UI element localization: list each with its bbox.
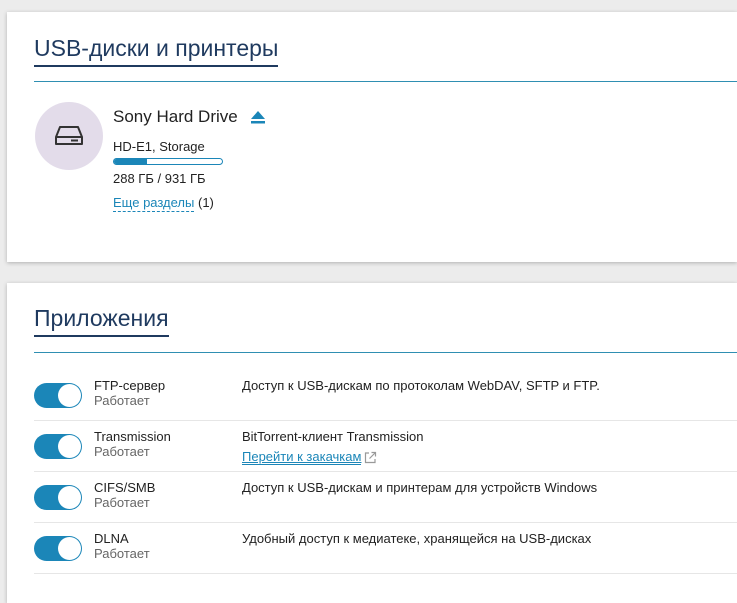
app-description: Доступ к USB-дискам и принтерам для устр… — [242, 480, 598, 495]
app-name: FTP-сервер — [94, 378, 166, 393]
app-toggle-dlna[interactable] — [34, 536, 82, 561]
toggle-knob — [58, 537, 81, 560]
app-status: Работает — [94, 444, 150, 459]
link-label: Перейти к закачкам — [242, 449, 362, 465]
more-partitions-link[interactable]: Еще разделы — [113, 195, 195, 212]
device-name-row: Sony Hard Drive — [113, 107, 266, 127]
app-row-transmission: Transmission Работает BitTorrent-клиент … — [34, 421, 737, 472]
device-subtitle: HD-E1, Storage — [113, 139, 205, 154]
app-row-dlna: DLNA Работает Удобный доступ к медиатеке… — [34, 523, 737, 574]
external-link-icon — [365, 451, 377, 463]
device-usage-bar — [113, 158, 223, 165]
app-name: Transmission — [94, 429, 171, 444]
app-row-cifs: CIFS/SMB Работает Доступ к USB-дискам и … — [34, 472, 737, 523]
app-name: CIFS/SMB — [94, 480, 156, 495]
usb-section-title: USB-диски и принтеры — [34, 34, 279, 67]
app-description: Удобный доступ к медиатеке, хранящейся н… — [242, 531, 592, 546]
app-toggle-ftp[interactable] — [34, 383, 82, 408]
usb-section-card: USB-диски и принтеры Sony Hard Drive HD-… — [7, 12, 737, 262]
app-row-ftp: FTP-сервер Работает Доступ к USB-дискам … — [34, 370, 737, 421]
device-usage-text: 288 ГБ / 931 ГБ — [113, 171, 206, 186]
usb-section-divider — [34, 81, 737, 82]
more-partitions: Еще разделы (1) — [113, 195, 214, 212]
app-toggle-transmission[interactable] — [34, 434, 82, 459]
app-status: Работает — [94, 393, 150, 408]
hard-drive-icon — [55, 126, 83, 145]
app-status: Работает — [94, 546, 150, 561]
device-usage-fill — [114, 159, 148, 164]
eject-icon[interactable] — [250, 110, 266, 124]
transmission-downloads-link[interactable]: Перейти к закачкам — [242, 449, 377, 465]
device-name: Sony Hard Drive — [113, 107, 238, 126]
app-toggle-cifs[interactable] — [34, 485, 82, 510]
more-partitions-count: (1) — [198, 195, 214, 210]
toggle-knob — [58, 384, 81, 407]
device-avatar — [35, 102, 103, 170]
app-status: Работает — [94, 495, 150, 510]
apps-section-divider — [34, 352, 737, 353]
toggle-knob — [58, 486, 81, 509]
app-description: BitTorrent-клиент Transmission — [242, 429, 424, 444]
apps-section-title: Приложения — [34, 304, 169, 337]
apps-section-card: Приложения FTP-сервер Работает Доступ к … — [7, 283, 737, 603]
app-description: Доступ к USB-дискам по протоколам WebDAV… — [242, 378, 600, 393]
app-name: DLNA — [94, 531, 129, 546]
toggle-knob — [58, 435, 81, 458]
